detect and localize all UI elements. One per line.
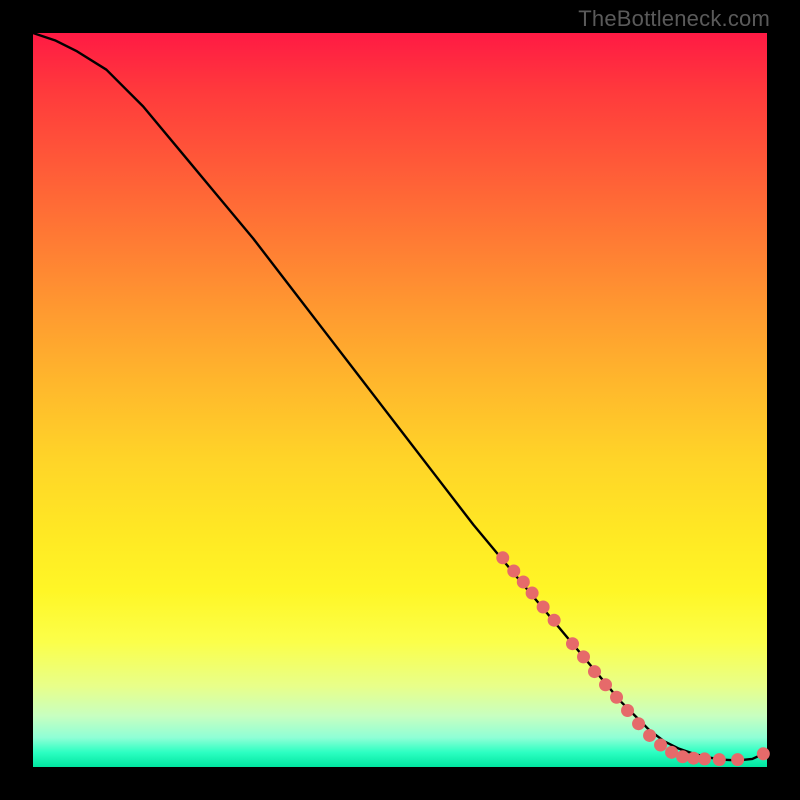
data-point: [507, 565, 520, 578]
data-point: [610, 691, 623, 704]
data-point: [713, 753, 726, 766]
data-point: [537, 600, 550, 613]
data-point: [496, 551, 509, 564]
chart-overlay: [33, 33, 767, 767]
data-point: [632, 717, 645, 730]
data-point: [643, 729, 656, 742]
data-point: [517, 576, 530, 589]
data-markers: [496, 551, 770, 766]
data-point: [526, 587, 539, 600]
data-point: [731, 753, 744, 766]
watermark-text: TheBottleneck.com: [578, 6, 770, 32]
data-point: [548, 614, 561, 627]
data-point: [599, 678, 612, 691]
data-point: [698, 752, 711, 765]
data-point: [757, 747, 770, 760]
data-point: [621, 704, 634, 717]
data-point: [654, 738, 667, 751]
data-point: [588, 665, 601, 678]
curve-line: [33, 33, 767, 760]
chart-frame: TheBottleneck.com: [0, 0, 800, 800]
data-point: [566, 637, 579, 650]
data-point: [676, 750, 689, 763]
data-point: [687, 752, 700, 765]
data-point: [577, 650, 590, 663]
